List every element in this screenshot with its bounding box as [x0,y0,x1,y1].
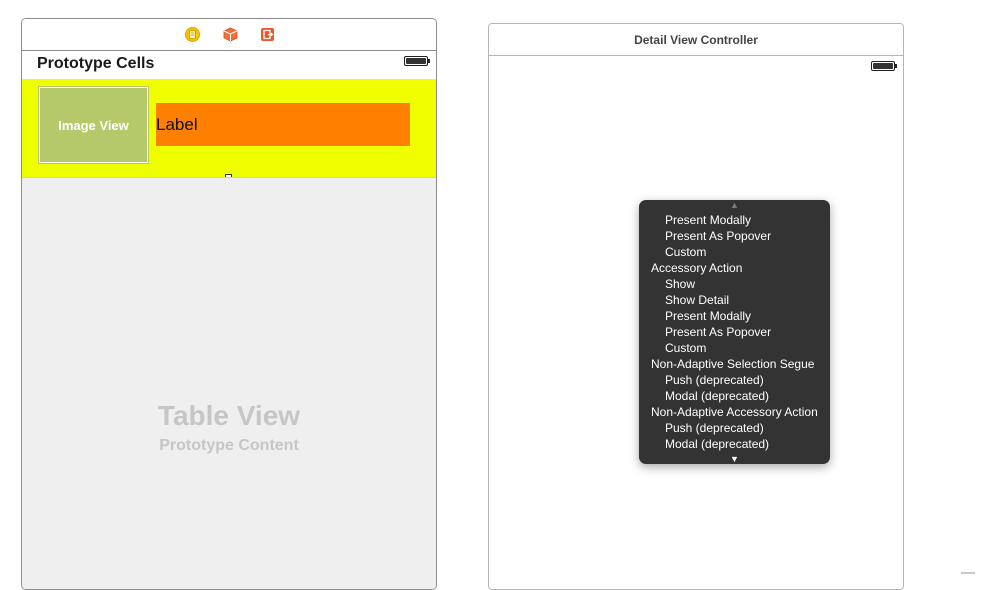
table-view-title: Table View [157,400,301,431]
menu-item[interactable]: Present Modally [639,212,830,228]
menu-item[interactable]: Present Modally [639,308,830,324]
menu-item[interactable]: Show Detail [639,292,830,308]
battery-icon [871,61,897,71]
prototype-cells-header: Prototype Cells [22,51,436,79]
menu-item[interactable]: Show [639,276,830,292]
menu-item[interactable]: Modal (deprecated) [639,436,830,452]
menu-item[interactable]: Custom [639,340,830,356]
menu-item[interactable]: Present As Popover [639,228,830,244]
view-controller-icon[interactable] [185,27,200,42]
menu-group-header: Non-Adaptive Accessory Action [651,405,818,419]
exit-icon[interactable] [260,27,275,42]
cell-label[interactable]: Label [156,103,410,146]
scroll-indicator [961,572,975,574]
table-view-subtitle: Prototype Content [159,437,299,454]
image-view[interactable]: Image View [39,87,148,163]
battery-icon [404,56,430,66]
table-view-controller-scene[interactable]: Prototype Cells Image View Label Table V… [21,18,437,590]
scene-title: Detail View Controller [634,33,758,47]
segue-popup-menu[interactable]: ▲ Present Modally Present As Popover Custo… [639,200,830,464]
prototype-cells-title: Prototype Cells [37,55,155,72]
prototype-cell[interactable]: Image View Label [22,79,436,177]
menu-group-header: Accessory Action [651,261,743,275]
scene-title-bar: Detail View Controller [489,24,903,56]
scroll-up-arrow-icon[interactable]: ▲ [639,200,830,210]
scroll-down-arrow-icon[interactable]: ▼ [639,454,830,464]
menu-item[interactable]: Modal (deprecated) [639,388,830,404]
table-view-body[interactable]: Table View Prototype Content [22,177,436,589]
scene-dock [22,19,436,51]
first-responder-icon[interactable] [223,27,238,42]
image-view-label: Image View [58,117,129,133]
menu-item[interactable]: Custom [639,244,830,260]
menu-item[interactable]: Present As Popover [639,324,830,340]
menu-item[interactable]: Push (deprecated) [639,372,830,388]
menu-item[interactable]: Push (deprecated) [639,420,830,436]
menu-group-header: Non-Adaptive Selection Segue [651,357,815,371]
